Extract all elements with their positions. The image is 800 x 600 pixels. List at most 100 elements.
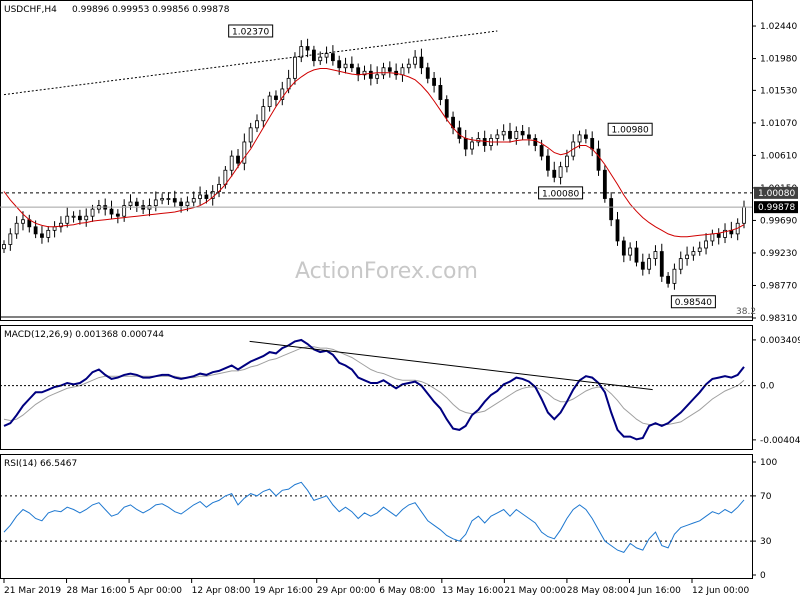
candle-body [21, 219, 25, 224]
candle-body [330, 53, 335, 62]
price-annotation: 1.00980 [607, 122, 653, 136]
candle-body [236, 155, 240, 164]
price-axis-label: 1.01070 [760, 119, 797, 129]
candle-body [653, 251, 658, 260]
candle-body [647, 258, 652, 270]
price-annotation-label: 1.02370 [232, 27, 269, 37]
candle-body [46, 229, 51, 238]
fib-label: 38.2 [736, 307, 756, 317]
candle-body [552, 169, 557, 178]
rsi-axis-label: 100 [760, 458, 777, 468]
price-axis-label: 0.98310 [760, 314, 797, 324]
price-annotation-label: 1.00980 [612, 126, 649, 136]
x-axis-label: 28 Mar 16:00 [67, 586, 127, 596]
last-price-tag: 0.99878 [754, 201, 798, 214]
last-price-tag-label: 0.99878 [758, 203, 795, 213]
price-axis-label: 1.02440 [760, 22, 797, 32]
candle-body [134, 201, 139, 206]
price-annotation: 1.00080 [538, 186, 584, 200]
candle-body [691, 251, 696, 256]
candle-body [8, 233, 13, 245]
candle-body [704, 240, 708, 249]
moving-average-line [3, 68, 745, 238]
candle-body [602, 169, 607, 199]
x-axis-label: 4 Jun 16:00 [629, 586, 681, 596]
candle-body [255, 120, 259, 129]
candle-body [527, 134, 531, 139]
candle-body [191, 198, 196, 203]
candle-body [501, 130, 506, 136]
chart-canvas: ActionForex.com 1.02370 1.00980 1.00080 0.9… [0, 0, 800, 596]
candle-body [160, 198, 165, 201]
rsi-panel-frame [0, 454, 753, 579]
candle-body [65, 215, 70, 224]
candle-body [546, 155, 550, 171]
candle-body [84, 215, 89, 221]
candle-body [577, 134, 582, 143]
candle-body [229, 155, 234, 171]
watermark: ActionForex.com [295, 259, 478, 284]
price-annotation-label: 0.98540 [675, 298, 712, 308]
candle-body [2, 244, 6, 250]
macd-title: MACD(12,26,9) 0.001368 0.000744 [4, 330, 164, 340]
price-axis-label: 1.01530 [760, 86, 797, 96]
macd-trendline [249, 340, 653, 391]
rsi-axis-label: 70 [760, 492, 772, 502]
candle-body [343, 63, 348, 69]
candle-body [337, 60, 342, 69]
rsi-title: RSI(14) 66.5467 [4, 459, 77, 469]
candle-body [153, 199, 158, 206]
x-axis-label: 6 May 08:00 [379, 586, 435, 596]
candle-body [71, 215, 76, 218]
candle-body [349, 63, 354, 69]
candle-body [356, 67, 361, 76]
price-axis-label: 1.00610 [760, 151, 797, 161]
candle-body [312, 49, 316, 62]
candle-body [274, 95, 278, 100]
candle-body [742, 206, 746, 224]
candle-body [52, 226, 57, 231]
candle-body [539, 145, 544, 157]
candle-body [33, 226, 38, 235]
x-axis-label: 21 May 00:00 [504, 586, 566, 596]
x-axis-label: 13 May 16:00 [442, 586, 504, 596]
price-annotation: 1.02370 [228, 24, 274, 38]
price-axis-label: 0.99230 [760, 249, 797, 259]
candle-body [109, 208, 114, 215]
candle-body [318, 56, 323, 62]
candle-body [495, 134, 500, 139]
price-axis-label: 1.01980 [760, 55, 797, 65]
candle-body [413, 56, 418, 65]
candle-body [305, 46, 310, 51]
rsi-axis-label: 30 [760, 537, 772, 547]
candle-body [558, 166, 563, 178]
candle-body [204, 194, 209, 199]
candle-body [470, 141, 474, 150]
candle-body [628, 247, 633, 256]
candle-body [419, 56, 424, 69]
candle-body [640, 261, 645, 270]
candle-body [615, 219, 620, 242]
candle-body [387, 67, 392, 72]
rsi-axis-label: 0 [760, 571, 766, 581]
macd-axis-label: 0.003409 [760, 336, 800, 346]
x-axis-label: 5 Apr 00:00 [129, 586, 182, 596]
candle-body [40, 233, 44, 238]
candle-body [590, 138, 595, 150]
candle-body [198, 194, 202, 199]
price-axis-label: 0.99690 [760, 216, 797, 226]
candle-body [659, 251, 664, 277]
x-axis-label: 21 Mar 2019 [4, 586, 61, 596]
candle-body [166, 198, 171, 200]
candle-body [716, 233, 721, 238]
candle-body [678, 258, 683, 270]
price-candles [2, 38, 746, 290]
candle-body [248, 127, 253, 143]
candle-body [406, 63, 411, 69]
candle-body [666, 275, 671, 284]
macd-panel-frame [0, 325, 753, 450]
candle-body [261, 106, 266, 122]
macd-axis-label: 0.0 [760, 382, 775, 392]
chart-window: ActionForex.com 1.02370 1.00980 1.00080 0.9… [0, 0, 800, 600]
x-axis-label: 12 Jun 00:00 [692, 586, 749, 596]
